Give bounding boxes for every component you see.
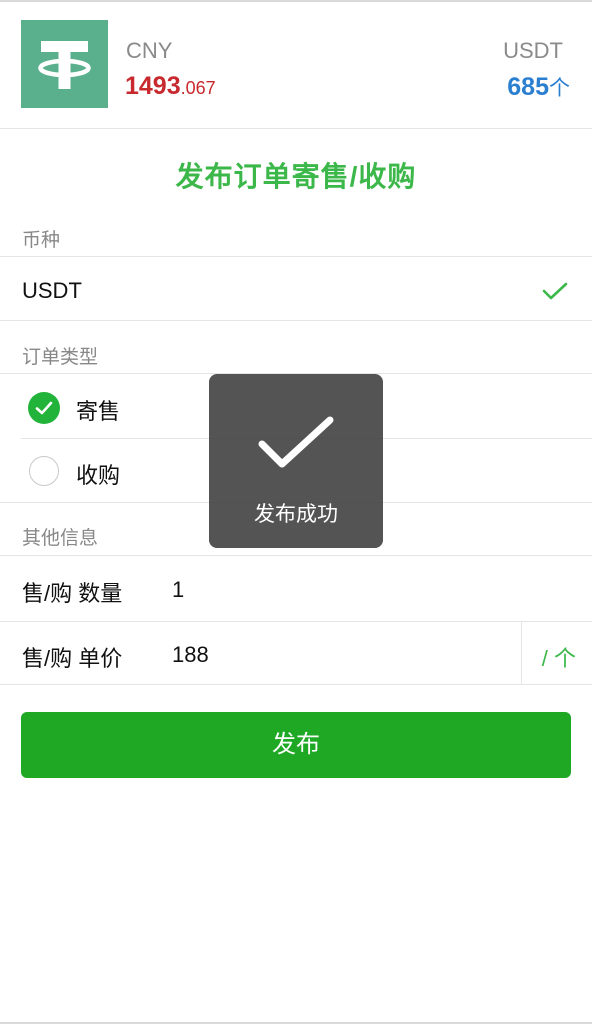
quantity-label: 售/购 数量 — [22, 581, 123, 606]
order-type-purchase-label[interactable]: 收购 — [76, 458, 120, 490]
divider — [0, 684, 592, 685]
divider — [0, 320, 592, 321]
divider — [0, 621, 592, 622]
checkmark-icon — [542, 282, 568, 300]
balance-header: CNY 1493.067 USDT 685个 — [0, 2, 592, 129]
publish-button[interactable]: 发布 — [21, 712, 571, 778]
price-label: 售/购 单价 — [22, 646, 123, 671]
radio-consign-checked[interactable] — [28, 392, 60, 424]
price-unit: / 个 — [541, 646, 576, 671]
usdt-balance-amount: 685 — [507, 73, 549, 101]
cny-balance-integer: 1493 — [125, 72, 181, 100]
cny-label: CNY — [126, 38, 173, 63]
tether-logo-icon — [21, 20, 108, 108]
currency-section-label: 币种 — [22, 230, 61, 251]
cny-balance: 1493.067 — [125, 72, 216, 101]
page-title: 发布订单寄售/收购 — [175, 161, 417, 192]
checkmark-icon — [35, 401, 53, 415]
success-toast: 发布成功 — [209, 374, 383, 548]
divider — [0, 256, 592, 257]
radio-purchase-unchecked[interactable] — [29, 456, 59, 486]
usdt-label: USDT — [503, 38, 563, 63]
quantity-input[interactable]: 1 — [172, 577, 184, 603]
price-input[interactable]: 188 — [172, 642, 209, 668]
toast-message: 发布成功 — [254, 503, 338, 526]
cny-balance-decimal: .067 — [180, 78, 216, 98]
order-type-consign-label[interactable]: 寄售 — [76, 394, 120, 426]
divider — [0, 555, 592, 556]
currency-option-usdt[interactable]: USDT — [22, 278, 82, 304]
other-info-section-label: 其他信息 — [22, 528, 99, 549]
checkmark-icon — [258, 416, 334, 468]
usdt-balance-unit: 个 — [549, 77, 570, 100]
price-unit-divider — [521, 622, 522, 685]
usdt-balance: 685个 — [507, 72, 570, 102]
order-type-section-label: 订单类型 — [22, 347, 99, 368]
